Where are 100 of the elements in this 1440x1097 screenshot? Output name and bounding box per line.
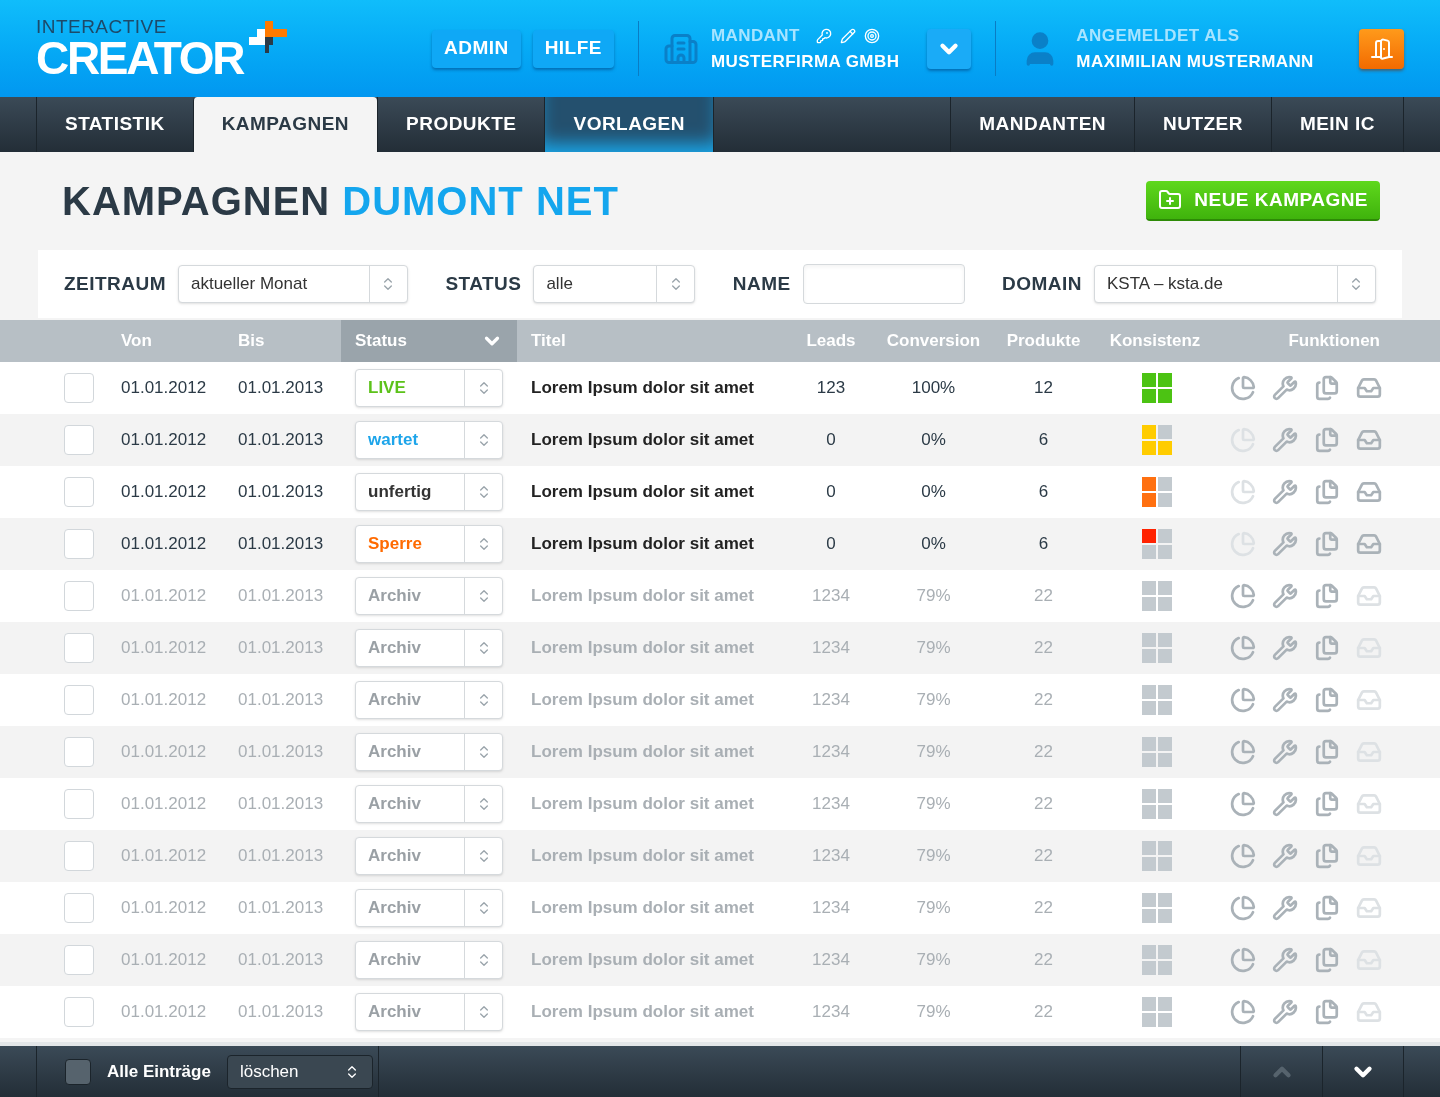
nav-tab[interactable]: KAMPAGNEN: [192, 97, 378, 152]
statistics-icon[interactable]: [1230, 739, 1256, 765]
tools-icon[interactable]: [1272, 895, 1298, 921]
column-header[interactable]: Konsistenz: [1090, 320, 1220, 362]
row-checkbox[interactable]: [64, 373, 94, 403]
filter-select[interactable]: alle: [533, 265, 696, 303]
statistics-icon[interactable]: [1230, 843, 1256, 869]
status-select[interactable]: Sperre: [355, 525, 503, 563]
tools-icon[interactable]: [1272, 687, 1298, 713]
tools-icon[interactable]: [1272, 947, 1298, 973]
tools-icon[interactable]: [1272, 375, 1298, 401]
scroll-down-button[interactable]: [1322, 1046, 1404, 1097]
statistics-icon[interactable]: [1230, 947, 1256, 973]
nav-tab[interactable]: MEIN IC: [1270, 97, 1404, 152]
row-checkbox[interactable]: [64, 737, 94, 767]
statistics-icon[interactable]: [1230, 999, 1256, 1025]
status-select[interactable]: Archiv: [355, 577, 503, 615]
copy-icon[interactable]: [1314, 375, 1340, 401]
row-checkbox[interactable]: [64, 997, 94, 1027]
column-header[interactable]: Produkte: [997, 320, 1090, 362]
statistics-icon[interactable]: [1230, 635, 1256, 661]
statistics-icon[interactable]: [1230, 895, 1256, 921]
copy-icon[interactable]: [1314, 895, 1340, 921]
header-button[interactable]: HILFE: [532, 29, 614, 68]
new-campaign-button[interactable]: NEUE KAMPAGNE: [1146, 181, 1380, 221]
target-icon[interactable]: [863, 27, 880, 44]
inbox-icon[interactable]: [1356, 583, 1382, 609]
copy-icon[interactable]: [1314, 739, 1340, 765]
tools-icon[interactable]: [1272, 843, 1298, 869]
tools-icon[interactable]: [1272, 427, 1298, 453]
copy-icon[interactable]: [1314, 635, 1340, 661]
inbox-icon[interactable]: [1356, 531, 1382, 557]
select-all-checkbox[interactable]: [65, 1058, 91, 1085]
nav-tab[interactable]: STATISTIK: [36, 97, 193, 152]
status-select[interactable]: Archiv: [355, 993, 503, 1031]
row-checkbox[interactable]: [64, 477, 94, 507]
statistics-icon[interactable]: [1230, 687, 1256, 713]
row-checkbox[interactable]: [64, 789, 94, 819]
row-checkbox[interactable]: [64, 893, 94, 923]
column-header[interactable]: Bis: [238, 320, 341, 362]
inbox-icon[interactable]: [1356, 427, 1382, 453]
tools-icon[interactable]: [1272, 583, 1298, 609]
tools-icon[interactable]: [1272, 479, 1298, 505]
copy-icon[interactable]: [1314, 427, 1340, 453]
tools-icon[interactable]: [1272, 791, 1298, 817]
status-select[interactable]: unfertig: [355, 473, 503, 511]
tools-icon[interactable]: [1272, 635, 1298, 661]
row-checkbox[interactable]: [64, 841, 94, 871]
key-icon[interactable]: [815, 27, 832, 44]
statistics-icon[interactable]: [1230, 791, 1256, 817]
column-header[interactable]: Conversion: [870, 320, 997, 362]
statistics-icon[interactable]: [1230, 375, 1256, 401]
row-checkbox[interactable]: [64, 529, 94, 559]
action-select[interactable]: löschen: [226, 1054, 373, 1089]
column-header[interactable]: Status: [341, 320, 517, 362]
row-checkbox[interactable]: [64, 581, 94, 611]
logout-button[interactable]: [1359, 28, 1404, 69]
header-button[interactable]: ADMIN: [432, 29, 521, 68]
status-select[interactable]: Archiv: [355, 837, 503, 875]
status-select[interactable]: Archiv: [355, 941, 503, 979]
copy-icon[interactable]: [1314, 687, 1340, 713]
copy-icon[interactable]: [1314, 999, 1340, 1025]
inbox-icon[interactable]: [1356, 479, 1382, 505]
nav-tab[interactable]: MANDANTEN: [950, 97, 1134, 152]
column-header[interactable]: Von: [121, 320, 238, 362]
pencil-icon[interactable]: [839, 27, 856, 44]
copy-icon[interactable]: [1314, 583, 1340, 609]
copy-icon[interactable]: [1314, 843, 1340, 869]
column-header[interactable]: Leads: [792, 320, 870, 362]
inbox-icon[interactable]: [1356, 687, 1382, 713]
status-select[interactable]: Archiv: [355, 733, 503, 771]
status-select[interactable]: Archiv: [355, 785, 503, 823]
inbox-icon[interactable]: [1356, 791, 1382, 817]
status-select[interactable]: LIVE: [355, 369, 503, 407]
row-checkbox[interactable]: [64, 945, 94, 975]
inbox-icon[interactable]: [1356, 895, 1382, 921]
status-select[interactable]: Archiv: [355, 889, 503, 927]
filter-select[interactable]: aktueller Monat: [177, 265, 408, 303]
tools-icon[interactable]: [1272, 531, 1298, 557]
name-input[interactable]: [802, 264, 965, 304]
status-select[interactable]: wartet: [355, 421, 503, 459]
nav-tab[interactable]: VORLAGEN: [544, 97, 713, 152]
copy-icon[interactable]: [1314, 947, 1340, 973]
status-select[interactable]: Archiv: [355, 681, 503, 719]
filter-select[interactable]: KSTA – ksta.de: [1093, 265, 1376, 303]
status-select[interactable]: Archiv: [355, 629, 503, 667]
nav-tab[interactable]: NUTZER: [1134, 97, 1271, 152]
client-dropdown-button[interactable]: [927, 28, 972, 69]
row-checkbox[interactable]: [64, 425, 94, 455]
statistics-icon[interactable]: [1230, 583, 1256, 609]
inbox-icon[interactable]: [1356, 999, 1382, 1025]
copy-icon[interactable]: [1314, 479, 1340, 505]
tools-icon[interactable]: [1272, 999, 1298, 1025]
copy-icon[interactable]: [1314, 531, 1340, 557]
row-checkbox[interactable]: [64, 633, 94, 663]
inbox-icon[interactable]: [1356, 375, 1382, 401]
column-header[interactable]: Titel: [517, 320, 792, 362]
tools-icon[interactable]: [1272, 739, 1298, 765]
column-header[interactable]: Funktionen: [1220, 320, 1440, 362]
row-checkbox[interactable]: [64, 685, 94, 715]
